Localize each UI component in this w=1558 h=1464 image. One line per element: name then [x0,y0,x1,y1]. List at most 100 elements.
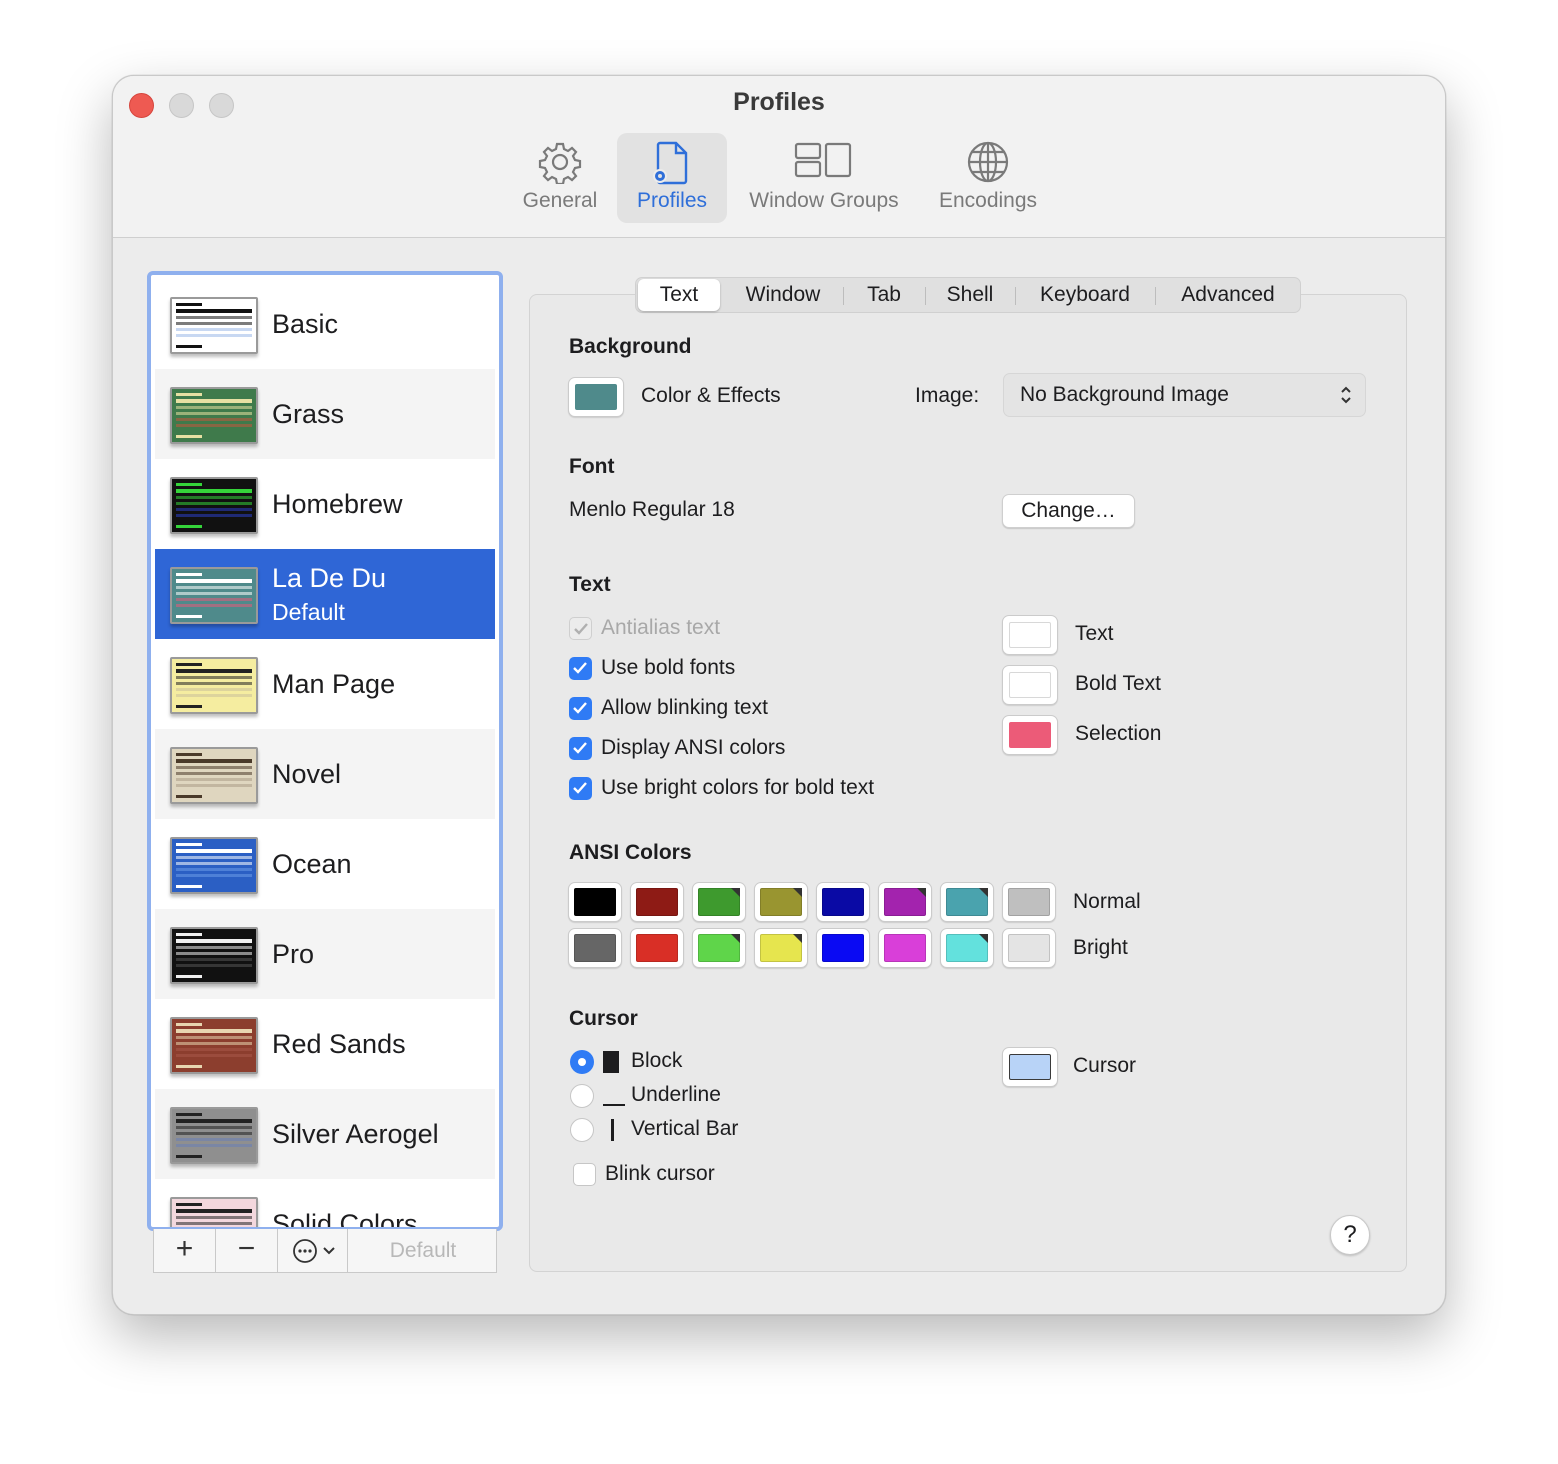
cursor-color-well[interactable] [1002,1047,1058,1087]
blinking-text-checkbox[interactable] [569,697,592,720]
ansi-normal-color-well-4[interactable] [816,882,870,922]
text-color-label: Text [1075,622,1114,645]
checkmark-icon [573,782,587,794]
toolbar-profiles[interactable]: Profiles [617,133,727,223]
preferences-window: Profiles General Profiles Window Groups … [112,75,1446,1315]
profile-row[interactable]: Basic [155,279,495,369]
ansi-normal-color-well-7[interactable] [1002,882,1056,922]
toolbar-general[interactable]: General [507,133,613,223]
font-section-title: Font [569,455,615,478]
ansi-bright-color-well-1[interactable] [630,928,684,968]
help-button[interactable]: ? [1330,1215,1370,1255]
profile-preview-thumbnail [170,567,258,624]
antialias-checkbox[interactable] [569,617,592,640]
ansi-normal-color-well-1[interactable] [630,882,684,922]
ansi-normal-color-well-5[interactable] [878,882,932,922]
settings-tabs: Text Window Tab Shell Keyboard Advanced [635,277,1301,313]
cursor-vertical-bar-radio[interactable] [570,1118,594,1142]
profile-preview-thumbnail [170,1017,258,1074]
chevron-up-down-icon [1341,386,1351,404]
blink-cursor-label: Blink cursor [605,1162,715,1185]
profile-row[interactable]: Novel [155,729,495,819]
profile-name: Basic [272,309,339,339]
add-profile-button[interactable]: + [154,1229,216,1272]
background-image-popup[interactable]: No Background Image [1003,373,1366,417]
profile-preview-thumbnail [170,1197,258,1227]
profile-name: Red Sands [272,1029,406,1059]
vertical-bar-cursor-icon [611,1119,614,1141]
change-font-button[interactable]: Change… [1002,494,1135,528]
ansi-bright-color-swatch [1008,934,1050,962]
text-section-title: Text [569,573,611,596]
profiles-list[interactable]: Basic Grass Homebrew La De Du Default Man Pag… [147,271,503,1231]
color-corner-marker [917,888,926,897]
profile-preview-thumbnail [170,657,258,714]
cursor-underline-radio[interactable] [570,1084,594,1108]
toolbar-window-groups-label: Window Groups [749,189,899,212]
cursor-color-swatch [1009,1054,1051,1080]
text-color-well[interactable] [1002,615,1058,655]
profile-row[interactable]: Man Page [155,639,495,729]
bright-bold-checkbox[interactable] [569,777,592,800]
profile-row[interactable]: Homebrew [155,459,495,549]
profile-row[interactable]: La De Du Default [155,549,495,639]
bold-fonts-label: Use bold fonts [601,656,736,679]
profile-preview-thumbnail [170,837,258,894]
more-actions-button[interactable] [278,1229,348,1272]
profile-preview-thumbnail [170,1107,258,1164]
ansi-bright-color-swatch [884,934,926,962]
ansi-normal-color-well-2[interactable] [692,882,746,922]
toolbar-encodings[interactable]: Encodings [927,133,1049,223]
tab-advanced[interactable]: Advanced [1160,278,1296,312]
profile-preview-thumbnail [170,477,258,534]
background-color-well[interactable] [568,377,624,417]
ansi-colors-label: Display ANSI colors [601,736,786,759]
ansi-bright-color-well-0[interactable] [568,928,622,968]
selection-color-well[interactable] [1002,715,1058,755]
ansi-bright-color-swatch [574,934,616,962]
profile-preview-thumbnail [170,927,258,984]
ansi-normal-color-well-3[interactable] [754,882,808,922]
ansi-bright-color-well-4[interactable] [816,928,870,968]
set-default-button[interactable]: Default [348,1229,498,1272]
font-value: Menlo Regular 18 [569,498,735,521]
toolbar-window-groups[interactable]: Window Groups [735,133,913,223]
ansi-bright-color-well-6[interactable] [940,928,994,968]
tab-text[interactable]: Text [638,279,720,311]
blink-cursor-checkbox[interactable] [573,1163,596,1186]
tab-keyboard[interactable]: Keyboard [1020,278,1150,312]
cursor-section-title: Cursor [569,1007,638,1030]
profile-row[interactable]: Silver Aerogel [155,1089,495,1179]
profile-document-icon [653,141,688,185]
chevron-down-icon [323,1247,335,1255]
profiles-list-buttons: + − Default [153,1229,497,1273]
profile-row[interactable]: Pro [155,909,495,999]
profile-row[interactable]: Solid Colors [155,1179,495,1227]
bold-fonts-checkbox[interactable] [569,657,592,680]
bold-text-color-well[interactable] [1002,665,1058,705]
profile-row[interactable]: Red Sands [155,999,495,1089]
tab-tab[interactable]: Tab [848,278,920,312]
ansi-colors-checkbox[interactable] [569,737,592,760]
ansi-bright-label: Bright [1073,936,1128,959]
profile-preview-thumbnail [170,747,258,804]
gear-icon [538,142,582,184]
profile-row[interactable]: Grass [155,369,495,459]
ansi-bright-color-well-7[interactable] [1002,928,1056,968]
image-label: Image: [915,384,980,407]
profile-row[interactable]: Ocean [155,819,495,909]
tab-separator [843,287,844,305]
tab-shell[interactable]: Shell [930,278,1010,312]
toolbar-encodings-label: Encodings [938,189,1038,212]
color-corner-marker [979,888,988,897]
tab-window[interactable]: Window [728,278,838,312]
cursor-block-radio[interactable] [570,1050,594,1074]
ansi-bright-color-well-3[interactable] [754,928,808,968]
ansi-normal-color-well-6[interactable] [940,882,994,922]
ansi-bright-color-well-5[interactable] [878,928,932,968]
remove-profile-button[interactable]: − [216,1229,278,1272]
background-image-value: No Background Image [1020,383,1229,406]
ansi-normal-label: Normal [1073,890,1141,913]
ansi-bright-color-well-2[interactable] [692,928,746,968]
ansi-normal-color-well-0[interactable] [568,882,622,922]
